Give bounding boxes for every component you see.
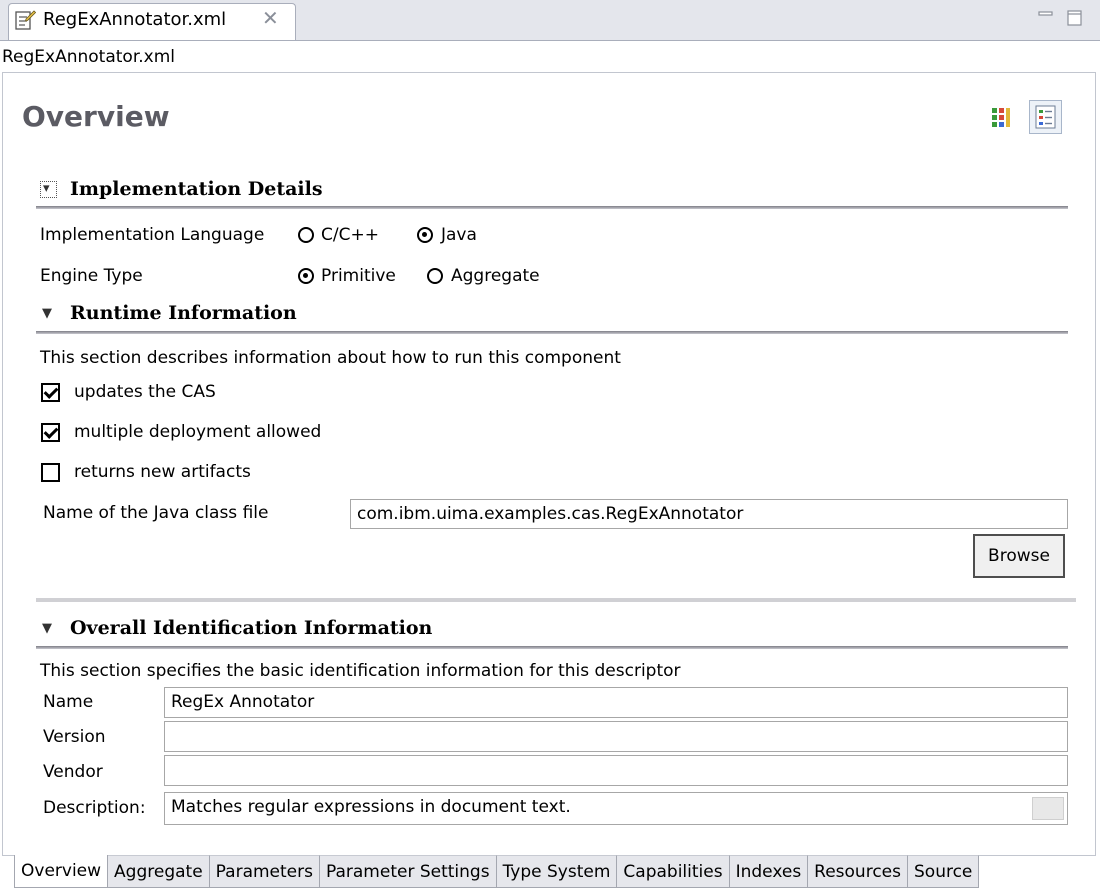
engine-option-aggregate: Aggregate (451, 266, 540, 286)
identification-description: This section specifies the basic identif… (40, 661, 681, 681)
implementation-language-label: Implementation Language (40, 225, 265, 245)
tab-type-system[interactable]: Type System (496, 855, 618, 888)
checkbox-updates-cas[interactable] (41, 383, 60, 402)
tab-resources[interactable]: Resources (808, 855, 908, 888)
language-radio-cpp[interactable] (298, 227, 314, 243)
section-title-runtime: Runtime Information (70, 302, 297, 324)
tab-parameters[interactable]: Parameters (209, 855, 320, 888)
editor-tab-title: RegExAnnotator.xml (43, 9, 227, 30)
name-label: Name (43, 692, 94, 712)
tab-aggregate[interactable]: Aggregate (108, 855, 210, 888)
checkbox-label-multiple-deployment: multiple deployment allowed (74, 422, 322, 442)
list-view-icon (1035, 105, 1056, 129)
name-field[interactable]: RegEx Annotator (164, 687, 1068, 718)
xml-editor-icon (15, 10, 36, 30)
editor-path-label: RegExAnnotator.xml (2, 47, 176, 67)
engine-option-primitive: Primitive (321, 266, 396, 286)
engine-radio-aggregate[interactable] (427, 268, 443, 284)
section-separator (36, 598, 1076, 602)
checkbox-multiple-deployment[interactable] (41, 423, 60, 442)
chevron-down-icon[interactable]: ▼ (42, 621, 52, 636)
description-field[interactable]: Matches regular expressions in document … (164, 792, 1068, 825)
vendor-field[interactable] (164, 755, 1068, 786)
maximize-icon[interactable] (1066, 9, 1084, 27)
language-radio-java[interactable] (417, 227, 433, 243)
java-class-file-input[interactable]: com.ibm.uima.examples.cas.RegExAnnotator (350, 499, 1068, 529)
section-title-implementation: Implementation Details (70, 178, 323, 200)
tab-source[interactable]: Source (908, 855, 980, 888)
runtime-description: This section describes information about… (40, 348, 621, 368)
chevron-down-icon: ▾ (43, 181, 50, 196)
engine-radio-primitive[interactable] (298, 268, 314, 284)
editor-page-tabs: Overview Aggregate Parameters Parameter … (14, 855, 980, 888)
version-field[interactable] (164, 721, 1068, 752)
list-view-icon-button[interactable] (1029, 100, 1062, 134)
tab-indexes[interactable]: Indexes (729, 855, 809, 888)
close-icon[interactable]: ✕ (262, 6, 279, 30)
minimize-icon[interactable] (1038, 9, 1054, 25)
tab-overview[interactable]: Overview (14, 855, 109, 888)
description-expand-icon[interactable] (1032, 797, 1064, 820)
section-divider (36, 331, 1068, 334)
language-option-cpp: C/C++ (321, 225, 379, 245)
java-class-file-label: Name of the Java class file (43, 503, 269, 523)
vendor-label: Vendor (43, 762, 103, 782)
section-divider (36, 206, 1068, 209)
description-label: Description: (43, 798, 146, 818)
section-title-identification: Overall Identification Information (70, 617, 433, 639)
tab-capabilities[interactable]: Capabilities (617, 855, 730, 888)
chevron-down-icon[interactable]: ▼ (42, 306, 52, 321)
language-option-java: Java (441, 225, 477, 245)
grid-view-icon[interactable] (990, 106, 1012, 128)
version-label: Version (43, 727, 106, 747)
page-title: Overview (22, 100, 170, 133)
section-divider (36, 646, 1068, 649)
checkbox-label-updates-cas: updates the CAS (74, 382, 216, 402)
browse-button[interactable]: Browse (973, 534, 1065, 578)
checkbox-returns-new-artifacts[interactable] (41, 463, 60, 482)
engine-type-label: Engine Type (40, 266, 143, 286)
section-toggle-implementation[interactable]: ▾ (40, 181, 57, 198)
checkbox-label-returns-new-artifacts: returns new artifacts (74, 462, 251, 482)
tab-parameter-settings[interactable]: Parameter Settings (319, 855, 497, 888)
